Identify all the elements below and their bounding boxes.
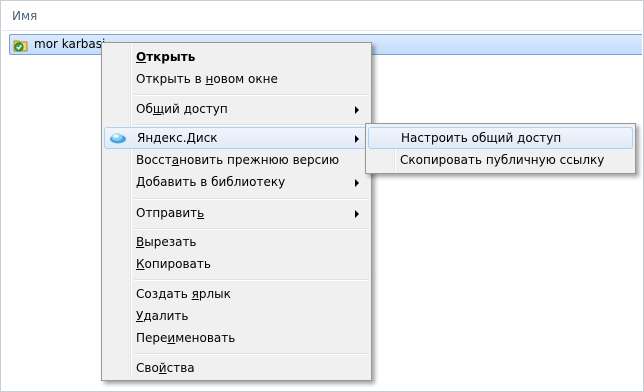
submenu-arrow-icon bbox=[355, 210, 359, 218]
menu-item-open[interactable]: Открыть bbox=[104, 46, 369, 68]
menu-item-add-to-library[interactable]: Добавить в библиотеку bbox=[104, 171, 369, 193]
yandex-disk-submenu: Настроить общий доступ Скопировать публи… bbox=[365, 123, 636, 174]
folder-sync-check-icon bbox=[13, 37, 29, 53]
menu-item-yandex-disk[interactable]: Яндекс.Диск bbox=[104, 127, 369, 149]
menu-separator bbox=[134, 198, 369, 200]
submenu-item-copy-public-link[interactable]: Скопировать публичную ссылку bbox=[368, 149, 633, 171]
submenu-arrow-icon bbox=[355, 135, 359, 143]
menu-separator bbox=[134, 353, 369, 355]
file-name: mor karbasi bbox=[34, 37, 106, 51]
submenu-arrow-icon bbox=[355, 106, 359, 114]
menu-item-create-shortcut[interactable]: Создать ярлык bbox=[104, 283, 369, 305]
menu-separator bbox=[134, 279, 369, 281]
menu-item-delete[interactable]: Удалить bbox=[104, 305, 369, 327]
menu-item-cut[interactable]: Вырезать bbox=[104, 231, 369, 253]
menu-item-share[interactable]: Общий доступ bbox=[104, 98, 369, 120]
column-header-label: Имя bbox=[12, 9, 38, 23]
column-header-name[interactable]: Имя bbox=[2, 2, 642, 30]
header-divider bbox=[2, 30, 642, 31]
menu-item-rename[interactable]: Переименовать bbox=[104, 327, 369, 349]
submenu-arrow-icon bbox=[355, 179, 359, 187]
submenu-item-configure-sharing[interactable]: Настроить общий доступ bbox=[368, 127, 633, 149]
menu-separator bbox=[134, 228, 369, 230]
menu-separator bbox=[134, 124, 369, 126]
context-menu: Открыть Открыть в новом окне Общий досту… bbox=[101, 42, 372, 381]
yandex-disk-icon bbox=[109, 131, 127, 145]
menu-item-send-to[interactable]: Отправить bbox=[104, 202, 369, 224]
menu-item-properties[interactable]: Свойства bbox=[104, 357, 369, 379]
menu-item-open-new-window[interactable]: Открыть в новом окне bbox=[104, 68, 369, 90]
menu-item-copy[interactable]: Копировать bbox=[104, 253, 369, 275]
menu-item-restore-previous-version[interactable]: Восстановить прежнюю версию bbox=[104, 149, 369, 171]
menu-separator bbox=[134, 94, 369, 96]
